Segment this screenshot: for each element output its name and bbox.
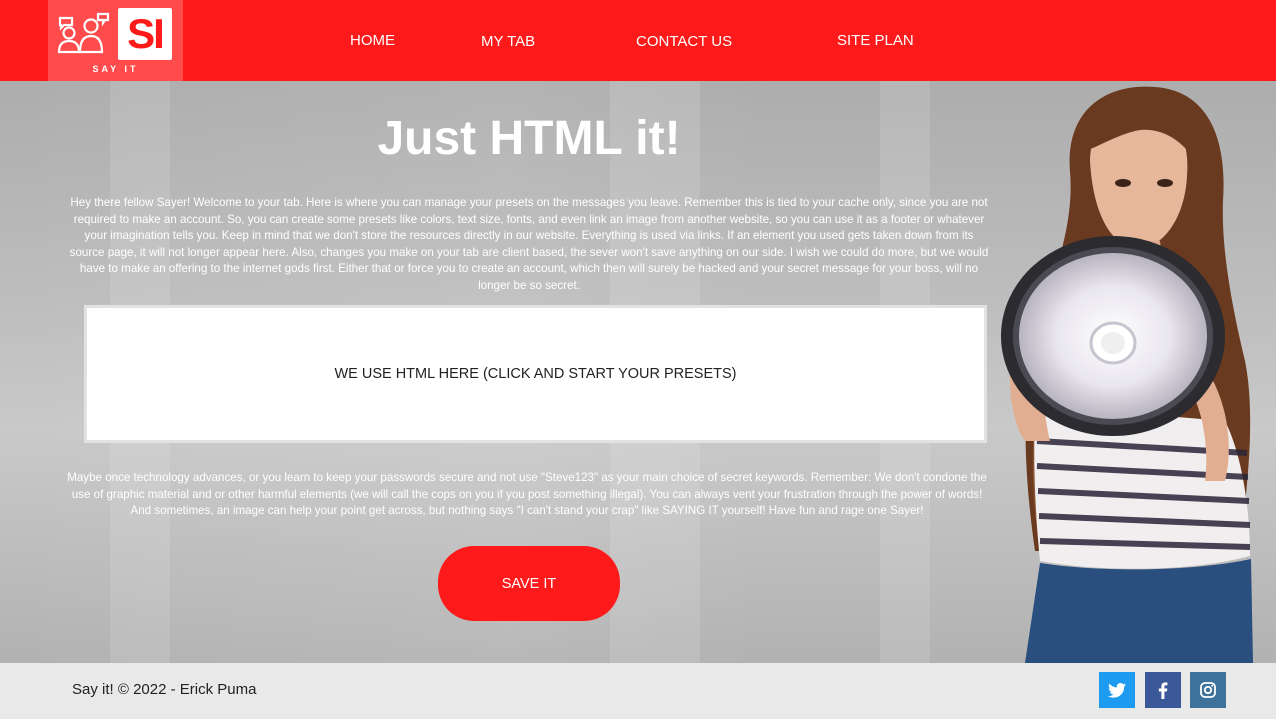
facebook-icon (1158, 681, 1168, 699)
site-logo[interactable]: SI SAY IT (48, 0, 183, 81)
instagram-icon (1200, 682, 1216, 698)
logo-monogram-box: SI (118, 8, 172, 60)
logo-tagline: SAY IT (92, 64, 139, 74)
nav-my-tab[interactable]: MY TAB (481, 33, 535, 50)
outro-paragraph: Maybe once technology advances, or you l… (67, 471, 987, 518)
page-title: Just HTML it! (377, 112, 681, 165)
instagram-button[interactable] (1190, 672, 1226, 708)
site-footer: Say it! © 2022 - Erick Puma (0, 663, 1276, 719)
editor-label: WE USE HTML HERE (CLICK AND START YOUR P… (334, 366, 737, 382)
copyright-text: Say it! © 2022 - Erick Puma (72, 681, 257, 698)
nav-site-plan[interactable]: SITE PLAN (837, 32, 914, 49)
nav-home[interactable]: HOME (350, 32, 395, 49)
main-section: Just HTML it! Hey there fellow Sayer! We… (0, 81, 1276, 663)
logo-monogram: SI (127, 10, 165, 57)
woman-megaphone-image (1001, 86, 1253, 663)
save-button[interactable]: SAVE IT (438, 546, 620, 621)
twitter-button[interactable] (1099, 672, 1135, 708)
html-editor-area[interactable]: WE USE HTML HERE (CLICK AND START YOUR P… (84, 305, 987, 443)
site-header: SI SAY IT HOME MY TAB CONTACT US SITE PL… (0, 0, 1276, 81)
people-icon (57, 12, 110, 54)
twitter-icon (1108, 682, 1126, 698)
nav-contact-us[interactable]: CONTACT US (636, 33, 732, 50)
facebook-button[interactable] (1145, 672, 1181, 708)
intro-paragraph: Hey there fellow Sayer! Welcome to your … (69, 196, 989, 292)
